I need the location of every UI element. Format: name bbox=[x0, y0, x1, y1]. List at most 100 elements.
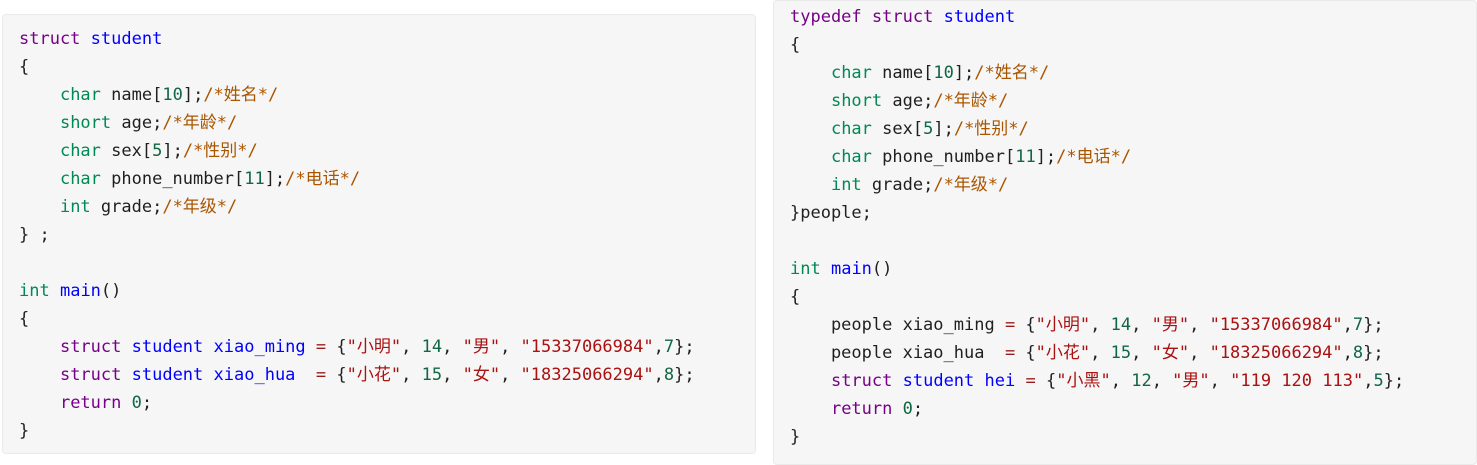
code-token: }people; bbox=[790, 203, 872, 223]
code-token: int bbox=[59, 197, 91, 217]
code-line: struct student hei = {"小黑", 12, "男", "11… bbox=[790, 367, 1404, 395]
code-token: () bbox=[100, 281, 122, 301]
code-token: student bbox=[131, 337, 204, 357]
code-token: 0 bbox=[131, 393, 142, 413]
code-token: = bbox=[1004, 315, 1016, 335]
code-line: struct student xiao_hua = {"小花", 15, "女"… bbox=[19, 361, 695, 389]
code-token: struct bbox=[59, 365, 122, 385]
code-token: int bbox=[790, 259, 821, 279]
code-token: , bbox=[1151, 371, 1173, 391]
code-token: }; bbox=[1383, 371, 1405, 391]
code-token: }; bbox=[1363, 315, 1384, 335]
code-line: { bbox=[790, 31, 1404, 59]
code-token: char bbox=[830, 147, 872, 167]
code-token: age; bbox=[882, 91, 934, 111]
code-line: people xiao_ming = {"小明", 14, "男", "1533… bbox=[790, 311, 1404, 339]
code-token: sex[ bbox=[100, 141, 153, 161]
code-token: , bbox=[401, 337, 422, 357]
code-line: { bbox=[790, 283, 1404, 311]
code-token: , bbox=[1342, 315, 1353, 335]
code-token: "男" bbox=[1172, 371, 1210, 391]
code-token: people xiao_ming bbox=[790, 315, 1005, 335]
code-token: struct bbox=[59, 337, 122, 357]
code-token: char bbox=[59, 169, 101, 189]
code-token: xiao_hua bbox=[213, 365, 296, 385]
code-token: , bbox=[1110, 371, 1132, 391]
code-token: , bbox=[500, 365, 521, 385]
code-token: "119 120 113" bbox=[1230, 371, 1364, 391]
code-lines: struct student{ char name[10];/*姓名*/ sho… bbox=[19, 25, 695, 445]
code-token: , bbox=[500, 337, 521, 357]
code-token: , bbox=[1131, 315, 1152, 335]
code-token: int bbox=[830, 175, 862, 195]
code-line: } ; bbox=[19, 221, 695, 249]
code-token: { bbox=[19, 57, 30, 77]
code-token: ; bbox=[141, 393, 153, 413]
code-token: main bbox=[59, 281, 101, 301]
code-token: { bbox=[326, 365, 347, 385]
code-token: , bbox=[1189, 315, 1210, 335]
code-line: char phone_number[11];/*电话*/ bbox=[19, 165, 695, 193]
code-line: { bbox=[19, 53, 695, 81]
code-token: "女" bbox=[462, 365, 501, 385]
code-token: /*性别*/ bbox=[182, 141, 258, 161]
code-token: [ bbox=[152, 85, 163, 105]
code-line: int grade;/*年级*/ bbox=[790, 171, 1404, 199]
code-token: { bbox=[1015, 315, 1036, 335]
code-token: } bbox=[790, 427, 801, 447]
code-token: typedef bbox=[790, 7, 862, 27]
code-token: , bbox=[1090, 315, 1111, 335]
code-token: char bbox=[830, 119, 872, 139]
code-token: "男" bbox=[462, 337, 501, 357]
code-line: } bbox=[19, 417, 695, 445]
code-token: char bbox=[830, 63, 872, 83]
code-lines: typedef struct student{ char name[10];/*… bbox=[790, 3, 1404, 451]
code-token: 0 bbox=[902, 399, 913, 419]
code-token: grade; bbox=[861, 175, 934, 195]
code-token: , bbox=[1342, 343, 1353, 363]
code-token: phone_number[ bbox=[871, 147, 1016, 167]
code-line: struct student xiao_ming = {"小明", 14, "男… bbox=[19, 333, 695, 361]
code-token: ; bbox=[912, 399, 924, 419]
code-token: } ; bbox=[19, 225, 50, 245]
code-token: , bbox=[653, 365, 664, 385]
code-token: age; bbox=[111, 113, 163, 133]
code-line: char phone_number[11];/*电话*/ bbox=[790, 143, 1404, 171]
code-token: /*电话*/ bbox=[285, 169, 361, 189]
code-token: char bbox=[59, 141, 101, 161]
code-token: ]; bbox=[933, 119, 954, 139]
code-line: int main() bbox=[19, 277, 695, 305]
code-token: short bbox=[830, 91, 883, 111]
code-token: "15337066984" bbox=[520, 337, 654, 357]
code-token: return bbox=[830, 399, 893, 419]
code-token: ]; bbox=[1035, 147, 1057, 167]
code-token: = bbox=[1004, 343, 1016, 363]
code-token: ]; bbox=[182, 85, 204, 105]
code-token: , bbox=[442, 337, 463, 357]
code-line: }people; bbox=[790, 199, 1404, 227]
code-token: sex[ bbox=[871, 119, 924, 139]
code-token: struct bbox=[871, 7, 934, 27]
code-token: () bbox=[871, 259, 893, 279]
code-token: 14 bbox=[421, 337, 443, 357]
code-token: main bbox=[830, 259, 872, 279]
code-token: name[ bbox=[871, 63, 934, 83]
code-token: 11 bbox=[244, 169, 265, 189]
code-token: return bbox=[59, 393, 122, 413]
